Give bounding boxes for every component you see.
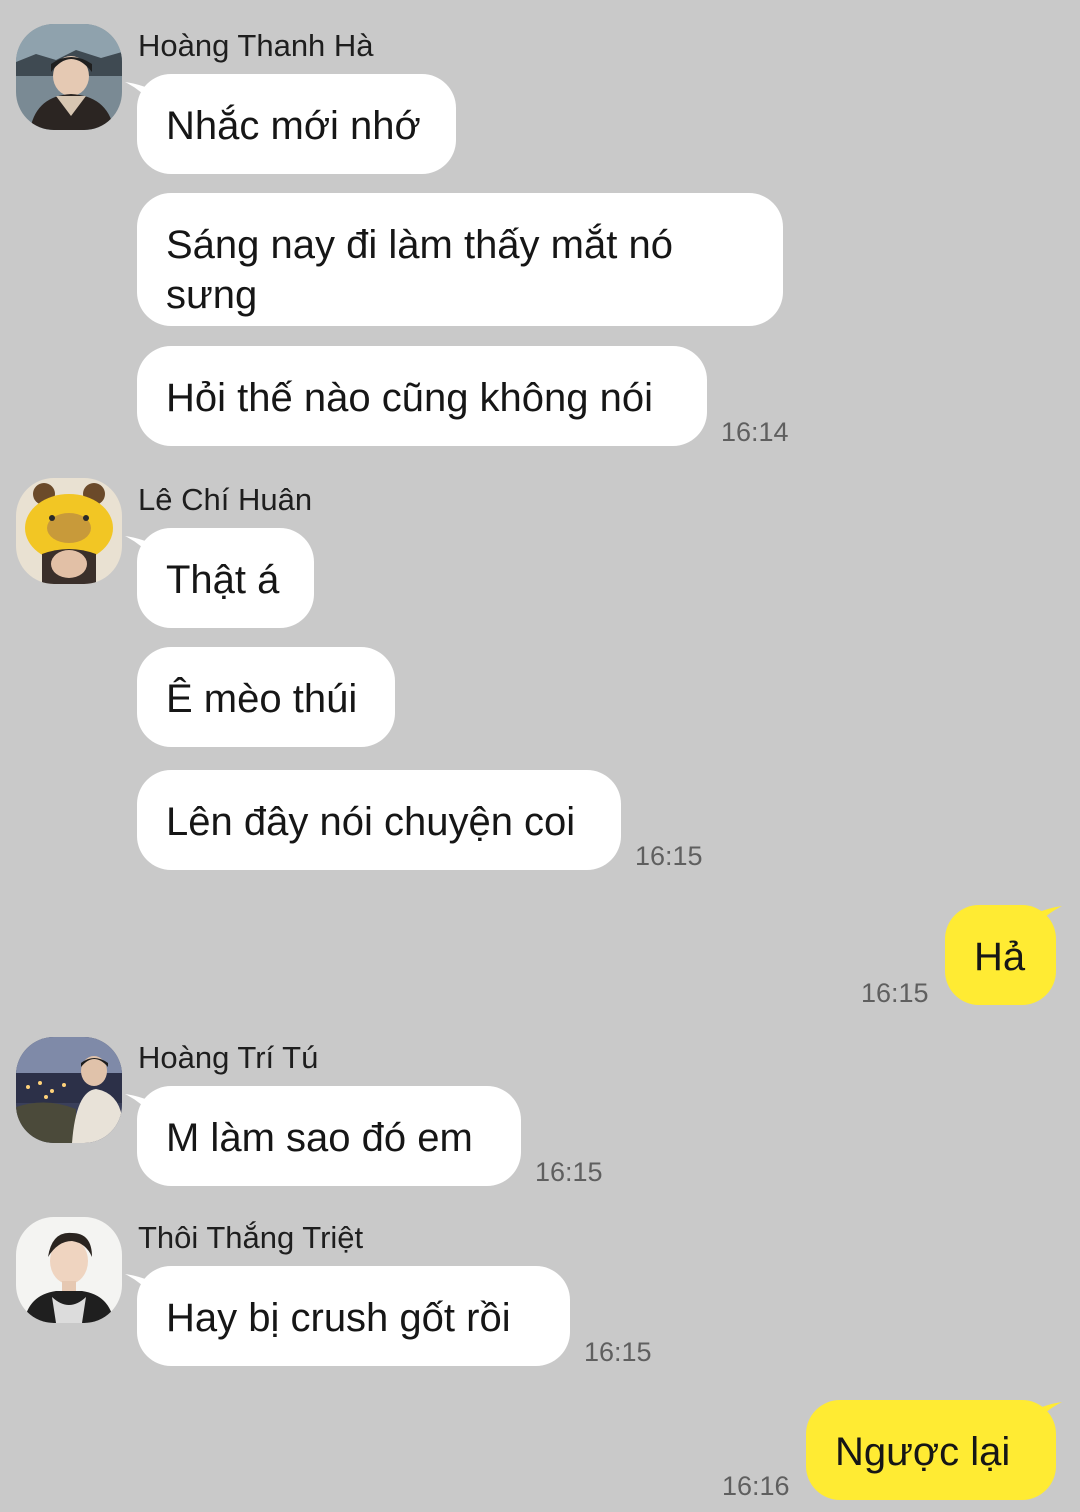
message-bubble-outgoing[interactable]: Ngược lại: [806, 1400, 1056, 1500]
message-bubble[interactable]: Nhắc mới nhớ: [137, 74, 456, 174]
message-bubble-outgoing[interactable]: Hả: [945, 905, 1056, 1005]
avatar-photo-icon: [16, 1217, 122, 1323]
message-timestamp: 16:16: [722, 1471, 790, 1501]
avatar-photo-icon: [16, 24, 122, 130]
sender-name: Thôi Thắng Triệt: [138, 1220, 364, 1255]
message-timestamp: 16:15: [861, 978, 929, 1008]
message-bubble[interactable]: Thật á: [137, 528, 314, 628]
sender-name: Lê Chí Huân: [138, 482, 313, 517]
message-timestamp: 16:15: [535, 1157, 603, 1187]
sender-name: Hoàng Trí Tú: [138, 1040, 319, 1075]
message-bubble[interactable]: Hay bị crush gốt rồi: [137, 1266, 570, 1366]
avatar-thoi-thang-triet[interactable]: [16, 1217, 122, 1323]
message-timestamp: 16:15: [635, 841, 703, 871]
message-bubble[interactable]: M làm sao đó em: [137, 1086, 521, 1186]
message-bubble[interactable]: Lên đây nói chuyện coi: [137, 770, 621, 870]
message-timestamp: 16:15: [584, 1337, 652, 1367]
avatar-photo-icon: [16, 1037, 122, 1143]
avatar-le-chi-huan[interactable]: [16, 478, 122, 584]
avatar-photo-icon: [16, 478, 122, 584]
message-bubble[interactable]: Hỏi thế nào cũng không nói: [137, 346, 707, 446]
sender-name: Hoàng Thanh Hà: [138, 28, 374, 63]
message-timestamp: 16:14: [721, 417, 789, 447]
message-bubble[interactable]: Ê mèo thúi: [137, 647, 395, 747]
avatar-hoang-thanh-ha[interactable]: [16, 24, 122, 130]
avatar-hoang-tri-tu[interactable]: [16, 1037, 122, 1143]
message-bubble[interactable]: Sáng nay đi làm thấy mắt nó sưng: [137, 193, 783, 326]
